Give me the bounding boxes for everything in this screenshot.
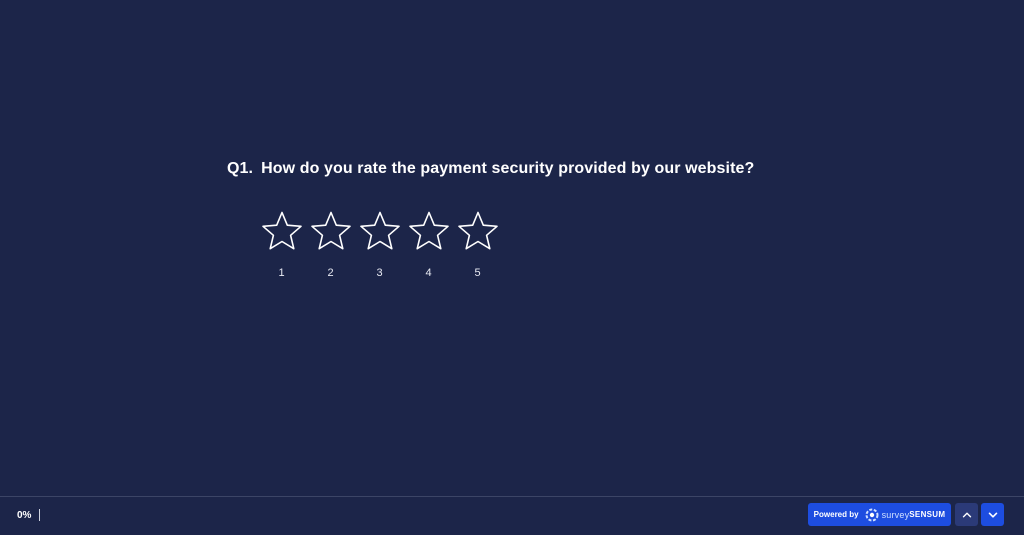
question-title: Q1. How do you rate the payment security…: [227, 160, 754, 178]
progress-divider: [39, 509, 41, 521]
powered-by-label: Powered by: [813, 510, 859, 519]
star-outline-icon: [408, 211, 449, 250]
star-option-5[interactable]: 5: [453, 210, 502, 279]
brand-name-part1: survey: [881, 509, 910, 520]
star-rating: 1 2 3 4 5: [257, 210, 502, 279]
chevron-down-icon: [988, 512, 997, 518]
footer-bar: 0% Powered by survey SENSUM: [0, 496, 1024, 535]
progress-indicator: 0%: [17, 509, 41, 521]
star-label: 2: [327, 267, 334, 279]
next-question-button[interactable]: [981, 503, 1004, 526]
previous-question-button[interactable]: [955, 503, 978, 526]
star-label: 5: [474, 267, 481, 279]
surveysensum-logo-icon: [865, 508, 879, 521]
star-option-1[interactable]: 1: [257, 210, 306, 279]
star-outline-icon: [457, 211, 498, 250]
star-outline-icon: [310, 211, 351, 250]
star-label: 3: [376, 267, 383, 279]
progress-text: 0%: [17, 509, 32, 521]
star-label: 1: [278, 267, 285, 279]
star-outline-icon: [359, 211, 400, 250]
star-option-3[interactable]: 3: [355, 210, 404, 279]
star-label: 4: [425, 267, 432, 279]
star-option-2[interactable]: 2: [306, 210, 355, 279]
brand-name-part2: SENSUM: [909, 510, 946, 519]
star-option-4[interactable]: 4: [404, 210, 453, 279]
question-number: Q1.: [227, 160, 254, 177]
chevron-up-icon: [962, 512, 971, 518]
star-outline-icon: [261, 211, 302, 250]
surveysensum-logo: survey SENSUM: [864, 507, 946, 523]
question-text: How do you rate the payment security pro…: [261, 160, 755, 177]
powered-by-button[interactable]: Powered by survey SENSUM: [808, 503, 951, 526]
